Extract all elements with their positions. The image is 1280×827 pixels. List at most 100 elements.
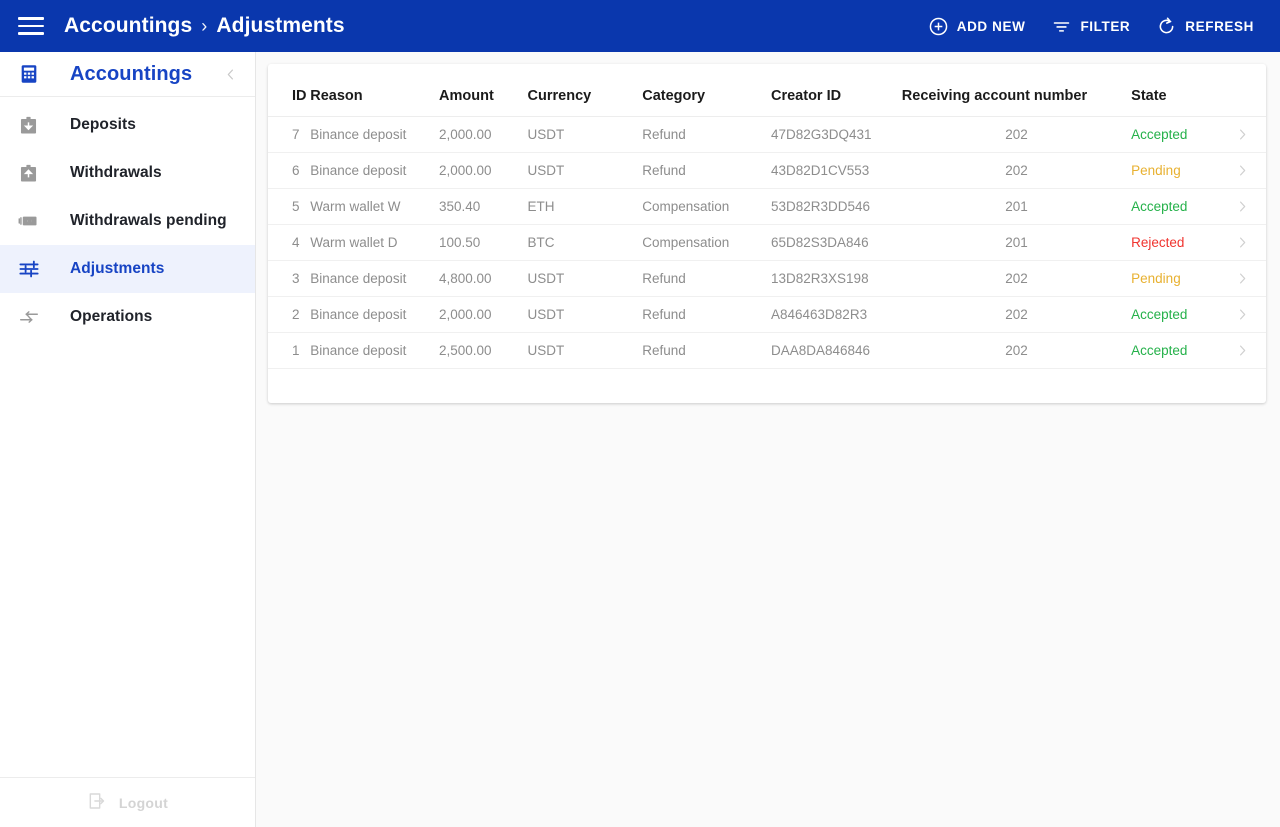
sidebar-item-label: Deposits xyxy=(70,116,136,133)
add-new-button[interactable]: ADD NEW xyxy=(920,10,1034,43)
sidebar-item-withdrawals-pending[interactable]: Withdrawals pending xyxy=(0,197,255,245)
logout-label: Logout xyxy=(118,794,169,811)
status-badge: Rejected xyxy=(1131,224,1220,261)
main-content: ID Reason Amount Currency Category Creat… xyxy=(256,52,1280,827)
column-header-category[interactable]: Category xyxy=(642,64,771,117)
swap-arrows-icon xyxy=(18,306,44,328)
sidebar-item-deposits[interactable]: Deposits xyxy=(0,101,255,149)
cell-actions xyxy=(1219,296,1266,333)
cell-category: Compensation xyxy=(642,188,771,225)
cell-amount: 2,000.00 xyxy=(439,296,528,333)
chevron-right-icon[interactable] xyxy=(1220,163,1266,178)
column-header-actions xyxy=(1219,64,1266,117)
cell-category: Refund xyxy=(642,152,771,189)
cell-currency: USDT xyxy=(527,152,643,189)
app-bar: Accountings › Adjustments ADD NEW FILTER… xyxy=(0,0,1280,52)
cell-reason: Warm wallet W xyxy=(310,188,440,225)
column-header-receiving-account-number[interactable]: Receiving account number xyxy=(901,64,1132,117)
table-row[interactable]: 6 Binance deposit 2,000.00 USDT Refund 43D82D… xyxy=(268,152,1266,189)
cell-currency: USDT xyxy=(527,116,643,153)
table-row[interactable]: 4 Warm wallet D 100.50 BTC Compensation 65D82… xyxy=(268,224,1266,261)
cell-amount: 4,800.00 xyxy=(439,260,528,297)
cell-reason: Binance deposit xyxy=(310,332,440,369)
cell-actions xyxy=(1219,152,1266,189)
cell-creator-id: 47D82G3DQ431 xyxy=(771,116,902,153)
cell-id: 1 xyxy=(268,332,311,369)
adjustments-table: ID Reason Amount Currency Category Creat… xyxy=(268,64,1266,369)
cell-id: 4 xyxy=(268,224,311,261)
chevron-right-icon[interactable] xyxy=(1220,307,1266,322)
sidebar-item-adjustments[interactable]: Adjustments xyxy=(0,245,255,293)
cell-category: Refund xyxy=(642,296,771,333)
sidebar-item-label: Withdrawals pending xyxy=(70,212,227,229)
sidebar-item-withdrawals[interactable]: Withdrawals xyxy=(0,149,255,197)
table-row[interactable]: 2 Binance deposit 2,000.00 USDT Refund A84646… xyxy=(268,296,1266,333)
tune-sliders-icon xyxy=(18,258,44,280)
table-row[interactable]: 1 Binance deposit 2,500.00 USDT Refund DAA8DA… xyxy=(268,332,1266,369)
column-header-reason[interactable]: Reason xyxy=(310,64,440,117)
refresh-button[interactable]: REFRESH xyxy=(1148,10,1262,43)
cell-amount: 100.50 xyxy=(439,224,528,261)
chevron-right-icon[interactable] xyxy=(1220,343,1266,358)
cell-creator-id: 13D82R3XS198 xyxy=(771,260,902,297)
table-row[interactable]: 5 Warm wallet W 350.40 ETH Compensation 53D82… xyxy=(268,188,1266,225)
status-badge: Accepted xyxy=(1131,188,1220,225)
sidebar-item-label: Operations xyxy=(70,308,153,325)
cell-currency: ETH xyxy=(527,188,643,225)
filter-icon xyxy=(1051,16,1072,37)
cell-creator-id: 65D82S3DA846 xyxy=(771,224,902,261)
table-row[interactable]: 3 Binance deposit 4,800.00 USDT Refund 13D82R… xyxy=(268,260,1266,297)
cell-actions xyxy=(1219,116,1266,153)
cell-category: Refund xyxy=(642,116,771,153)
chevron-left-icon[interactable] xyxy=(219,63,241,85)
cell-currency: USDT xyxy=(527,296,643,333)
breadcrumb-current: Adjustments xyxy=(216,14,345,37)
cell-amount: 350.40 xyxy=(439,188,528,225)
cell-amount: 2,000.00 xyxy=(439,116,528,153)
breadcrumb-root[interactable]: Accountings xyxy=(64,14,192,38)
cell-currency: USDT xyxy=(527,260,643,297)
chevron-right-icon[interactable] xyxy=(1220,127,1266,142)
cell-id: 6 xyxy=(268,152,311,189)
cell-currency: BTC xyxy=(527,224,643,261)
chevron-right-icon[interactable] xyxy=(1220,271,1266,286)
cell-reason: Binance deposit xyxy=(310,260,440,297)
status-badge: Pending xyxy=(1131,152,1220,189)
cell-currency: USDT xyxy=(527,332,643,369)
calculator-icon xyxy=(18,63,44,85)
refresh-icon xyxy=(1156,16,1177,37)
cell-creator-id: 43D82D1CV553 xyxy=(771,152,902,189)
cell-actions xyxy=(1219,260,1266,297)
logout-icon xyxy=(87,791,107,814)
plus-circle-icon xyxy=(928,16,949,37)
table-row[interactable]: 7 Binance deposit 2,000.00 USDT Refund 47D82G… xyxy=(268,116,1266,153)
sidebar-item-operations[interactable]: Operations xyxy=(0,293,255,341)
chevron-right-icon[interactable] xyxy=(1220,235,1266,250)
cell-actions xyxy=(1219,224,1266,261)
filter-button[interactable]: FILTER xyxy=(1043,10,1138,43)
cell-category: Refund xyxy=(642,260,771,297)
chevron-right-icon[interactable] xyxy=(1220,199,1266,214)
refresh-label: REFRESH xyxy=(1185,18,1254,34)
column-header-state[interactable]: State xyxy=(1131,64,1220,117)
logout-button[interactable]: Logout xyxy=(87,791,168,814)
adjustments-table-card: ID Reason Amount Currency Category Creat… xyxy=(268,64,1266,403)
cell-id: 2 xyxy=(268,296,311,333)
column-header-currency[interactable]: Currency xyxy=(527,64,643,117)
cell-actions xyxy=(1219,332,1266,369)
cell-receiving-account-number: 202 xyxy=(901,296,1132,333)
column-header-id[interactable]: ID xyxy=(268,64,311,117)
sidebar-title: Accountings xyxy=(70,62,193,85)
banknote-icon xyxy=(18,210,44,232)
column-header-creator-id[interactable]: Creator ID xyxy=(771,64,902,117)
add-new-label: ADD NEW xyxy=(956,18,1026,34)
cell-receiving-account-number: 202 xyxy=(901,332,1132,369)
status-badge: Accepted xyxy=(1131,116,1220,153)
cell-id: 3 xyxy=(268,260,311,297)
cell-creator-id: A846463D82R3 xyxy=(771,296,902,333)
hamburger-menu-icon[interactable] xyxy=(18,11,48,41)
cell-category: Compensation xyxy=(642,224,771,261)
column-header-amount[interactable]: Amount xyxy=(439,64,528,117)
box-arrow-down-icon xyxy=(18,115,44,136)
cell-reason: Binance deposit xyxy=(310,296,440,333)
